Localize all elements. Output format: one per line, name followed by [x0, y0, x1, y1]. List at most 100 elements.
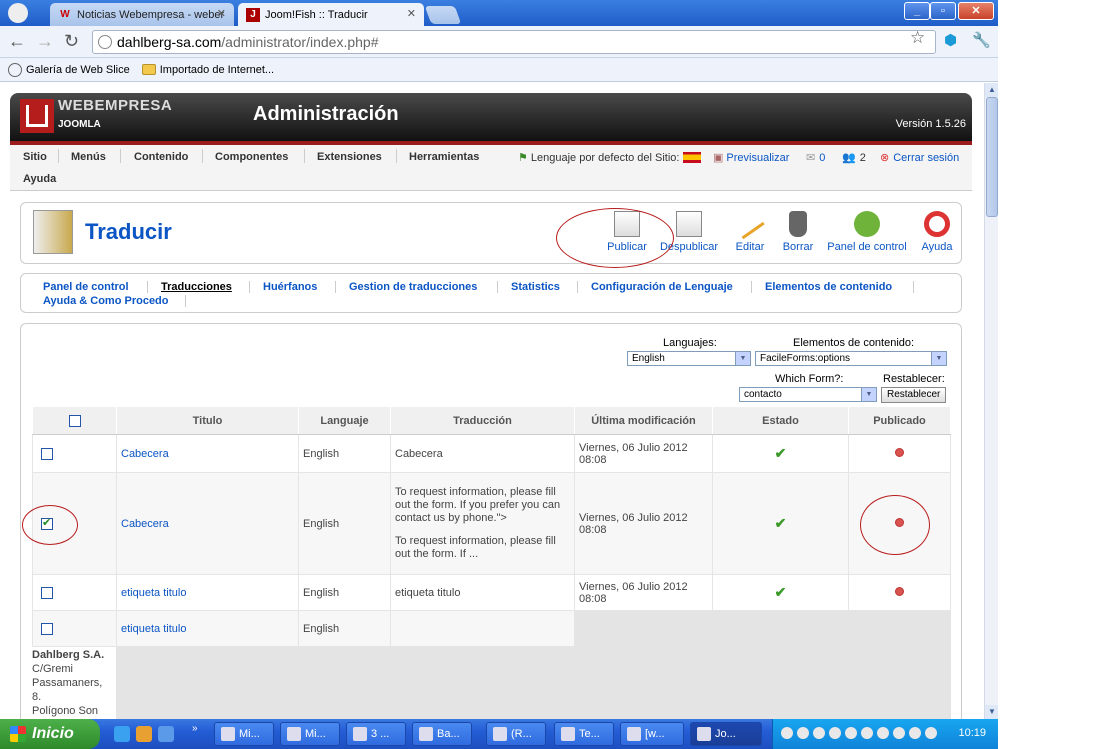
task-item-active[interactable]: Jo...: [690, 722, 762, 746]
blank-margin: [998, 0, 1100, 749]
address-bar[interactable]: dahlberg-sa.com/administrator/index.php#: [92, 30, 936, 54]
menu-ayuda[interactable]: Ayuda: [23, 173, 56, 185]
tray-icon[interactable]: [829, 727, 841, 739]
row-title-link[interactable]: Cabecera: [121, 448, 169, 460]
header-traduccion[interactable]: Traducción: [390, 406, 575, 435]
submenu-ayuda[interactable]: Ayuda & Como Procedo: [43, 295, 169, 307]
bookmark-star-icon[interactable]: ☆: [910, 28, 925, 48]
tray-icon[interactable]: [925, 727, 937, 739]
delete-button[interactable]: Borrar: [768, 211, 828, 253]
task-item[interactable]: Ba...: [412, 722, 472, 746]
wrench-icon[interactable]: 🔧: [972, 31, 991, 49]
bookmark-web-slice[interactable]: Galería de Web Slice: [8, 62, 130, 77]
row-modified: Viernes, 06 Julio 2012 08:08: [574, 472, 713, 575]
form-select[interactable]: contacto ▼: [739, 387, 877, 402]
desktop-quicklaunch-icon[interactable]: [158, 726, 174, 742]
minimize-button[interactable]: _: [904, 2, 930, 20]
menu-herramientas[interactable]: Herramientas: [409, 151, 479, 163]
back-icon[interactable]: ←: [8, 31, 26, 52]
state-ok-icon[interactable]: ✔: [775, 584, 787, 600]
task-item[interactable]: (R...: [486, 722, 546, 746]
tab-noticias[interactable]: W Noticias Webempresa - weber ✕: [50, 3, 234, 26]
tray-icon[interactable]: [861, 727, 873, 739]
unpublished-icon[interactable]: [895, 447, 904, 457]
scroll-thumb[interactable]: [986, 97, 998, 217]
task-item[interactable]: 3 ...: [346, 722, 406, 746]
outlook-quicklaunch-icon[interactable]: [136, 726, 152, 742]
tray-icon[interactable]: [909, 727, 921, 739]
submenu-elementos[interactable]: Elementos de contenido: [765, 281, 892, 293]
maximize-button[interactable]: ▫: [930, 2, 956, 20]
tray-icon[interactable]: [877, 727, 889, 739]
chevron-down-icon: ▼: [861, 388, 876, 401]
reset-button[interactable]: Restablecer: [881, 387, 947, 403]
state-ok-icon[interactable]: ✔: [775, 515, 787, 531]
row-checkbox[interactable]: [41, 586, 53, 599]
submenu-config-lenguaje[interactable]: Configuración de Lenguaje: [591, 281, 733, 293]
header-publicado[interactable]: Publicado: [848, 406, 951, 435]
reload-icon[interactable]: ↻: [64, 31, 79, 52]
ie-quicklaunch-icon[interactable]: [114, 726, 130, 742]
submenu-huerfanos[interactable]: Huérfanos: [263, 281, 317, 293]
globe-icon: [98, 35, 112, 49]
tab-label: Noticias Webempresa - weber: [77, 8, 225, 21]
empty-area: [116, 647, 951, 719]
header-estado[interactable]: Estado: [712, 406, 849, 435]
pencil-icon: [735, 212, 765, 240]
row-title-link[interactable]: etiqueta titulo: [121, 587, 186, 599]
header-languaje[interactable]: Languaje: [298, 406, 391, 435]
new-tab-button[interactable]: [424, 6, 462, 24]
task-item[interactable]: Mi...: [280, 722, 340, 746]
row-title-link[interactable]: etiqueta titulo: [121, 623, 186, 635]
help-button[interactable]: Ayuda: [907, 211, 967, 253]
header-titulo[interactable]: Titulo: [116, 406, 299, 435]
expand-quicklaunch-icon[interactable]: »: [192, 723, 198, 734]
select-all-checkbox[interactable]: [68, 414, 81, 427]
unpublished-icon[interactable]: [895, 586, 904, 596]
table-row: etiqueta titulo English: [32, 610, 951, 647]
row-checkbox[interactable]: [41, 622, 53, 635]
start-button[interactable]: Inicio: [0, 719, 100, 749]
system-tray: 10:19: [772, 719, 998, 749]
bookmark-imported[interactable]: Importado de Internet...: [141, 64, 274, 76]
submenu-panel[interactable]: Panel de control: [43, 281, 129, 293]
task-item[interactable]: Mi...: [214, 722, 274, 746]
messages-count[interactable]: ✉ 0: [806, 151, 825, 165]
tray-icon[interactable]: [813, 727, 825, 739]
tray-icon[interactable]: [781, 727, 793, 739]
control-panel-icon: [854, 211, 880, 237]
header-modificacion[interactable]: Última modificación: [574, 406, 713, 435]
skype-extension-icon[interactable]: ⬢: [944, 31, 957, 49]
menu-menus[interactable]: Menús: [71, 151, 106, 163]
logout-link[interactable]: ⊗ Cerrar sesión: [880, 151, 959, 165]
task-item[interactable]: [w...: [620, 722, 684, 746]
submenu-traducciones[interactable]: Traducciones: [161, 281, 232, 293]
menu-extensiones[interactable]: Extensiones: [317, 151, 382, 163]
state-ok-icon[interactable]: ✔: [775, 445, 787, 461]
menu-componentes[interactable]: Componentes: [215, 151, 288, 163]
tray-icon[interactable]: [845, 727, 857, 739]
browser-window: W Noticias Webempresa - weber ✕ J Joom!F…: [0, 0, 999, 749]
close-window-button[interactable]: ✕: [958, 2, 994, 20]
tray-icon[interactable]: [893, 727, 905, 739]
row-checkbox[interactable]: [41, 447, 53, 460]
tray-icon[interactable]: [797, 727, 809, 739]
submenu-gestion[interactable]: Gestion de traducciones: [349, 281, 477, 293]
menu-sitio[interactable]: Sitio: [23, 151, 47, 163]
task-item[interactable]: Te...: [554, 722, 614, 746]
vertical-scrollbar[interactable]: ▲ ▼: [984, 83, 999, 719]
submenu-statistics[interactable]: Statistics: [511, 281, 560, 293]
close-tab-icon[interactable]: ✕: [407, 7, 416, 20]
users-count[interactable]: 👥 2: [842, 151, 866, 165]
languages-select[interactable]: English ▼: [627, 351, 751, 366]
scroll-up-icon[interactable]: ▲: [985, 83, 999, 97]
menu-contenido[interactable]: Contenido: [134, 151, 188, 163]
tab-joomfish[interactable]: J Joom!Fish :: Traducir ✕: [238, 3, 424, 26]
forward-icon[interactable]: →: [36, 31, 54, 52]
close-tab-icon[interactable]: ✕: [217, 7, 226, 20]
elements-select[interactable]: FacileForms:options ▼: [755, 351, 947, 366]
preview-link[interactable]: ▣ Previsualizar: [713, 151, 789, 165]
control-panel-button[interactable]: Panel de control: [827, 211, 907, 253]
row-title-link[interactable]: Cabecera: [121, 518, 169, 530]
scroll-down-icon[interactable]: ▼: [985, 705, 999, 719]
